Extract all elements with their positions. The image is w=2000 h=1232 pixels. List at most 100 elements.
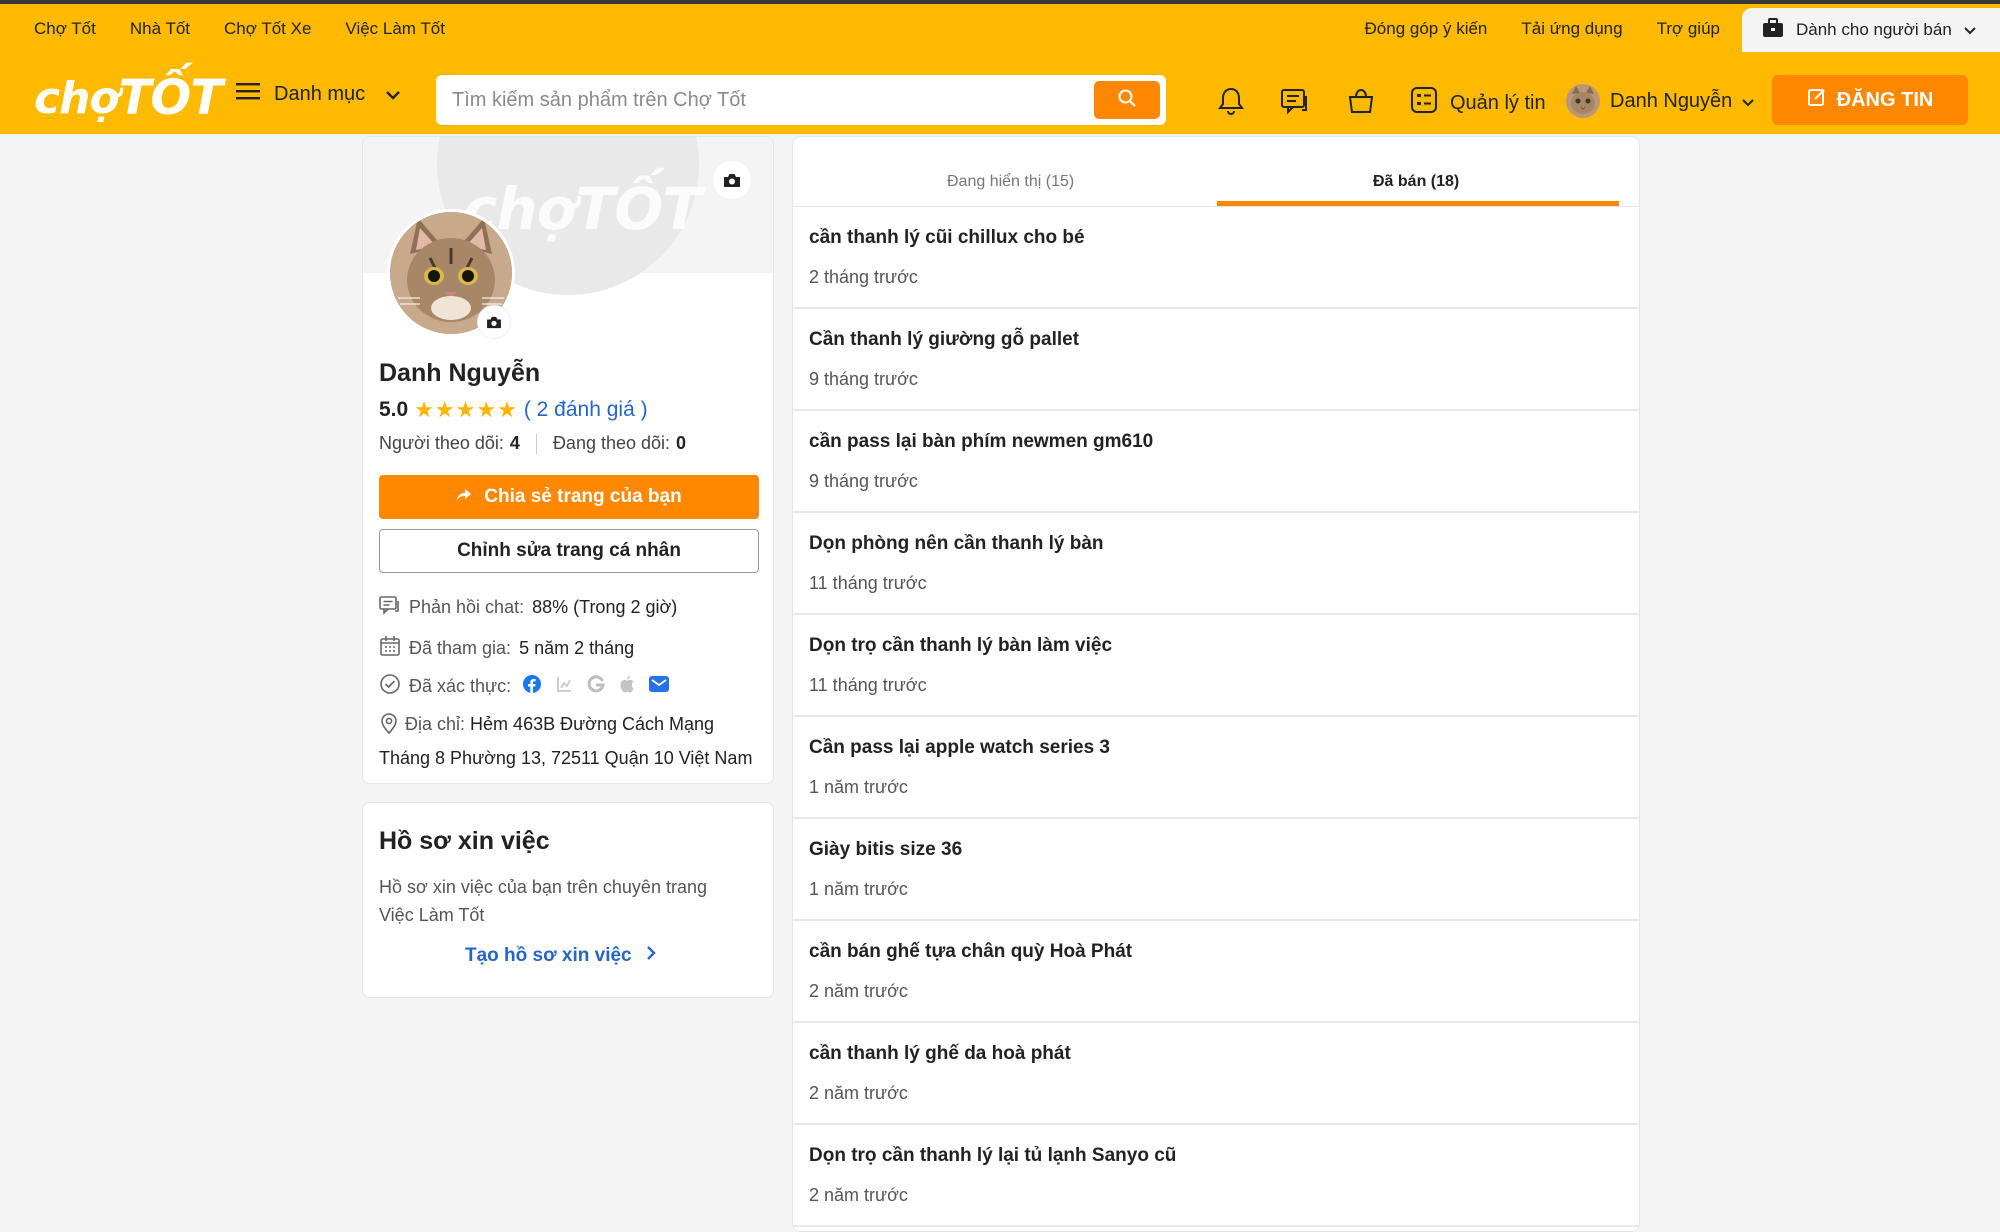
- top-link-help[interactable]: Trợ giúp: [1657, 18, 1720, 40]
- list-item[interactable]: cần bán ghế tựa chân quỳ Hoà Phát 2 năm t…: [793, 921, 1639, 1023]
- notification-bell-icon[interactable]: [1216, 86, 1246, 116]
- chevron-down-icon: [1742, 90, 1755, 113]
- verified-label: Đã xác thực:: [409, 676, 512, 696]
- hamburger-icon: [236, 82, 260, 106]
- item-title[interactable]: cần bán ghế tựa chân quỳ Hoà Phát: [809, 941, 1132, 963]
- manage-listings-link[interactable]: Quản lý tin: [1410, 86, 1546, 120]
- item-title[interactable]: Cần thanh lý giường gỗ pallet: [809, 329, 1079, 351]
- sold-items-list: cần thanh lý cũi chillux cho bé 2 tháng t…: [793, 207, 1639, 1227]
- item-title[interactable]: cần pass lại bàn phím newmen gm610: [809, 431, 1153, 453]
- share-page-button[interactable]: Chia sẻ trang của bạn: [379, 475, 759, 519]
- user-menu[interactable]: Danh Nguyễn: [1566, 84, 1755, 118]
- rating-score: 5.0: [379, 398, 409, 421]
- followers-label: Người theo dõi:: [379, 433, 504, 453]
- search-button[interactable]: [1094, 81, 1160, 119]
- list-item[interactable]: Cần pass lại apple watch series 3 1 năm t…: [793, 717, 1639, 819]
- top-link-cho-tot[interactable]: Chợ Tốt: [34, 18, 96, 40]
- post-listing-button[interactable]: ĐĂNG TIN: [1772, 75, 1968, 125]
- item-title[interactable]: Dọn trọ cần thanh lý lại tủ lạnh Sanyo c…: [809, 1145, 1176, 1167]
- profile-card: chợTỐT Danh Nguyễn 5.0 ★★★★★ ( 2 đánh gi…: [362, 136, 774, 784]
- active-tab-indicator: [1217, 201, 1619, 206]
- item-time: 11 tháng trước: [809, 675, 927, 695]
- chat-icon[interactable]: [1280, 86, 1310, 116]
- list-item[interactable]: Dọn trọ cần thanh lý lại tủ lạnh Sanyo c…: [793, 1125, 1639, 1227]
- job-card-title: Hồ sơ xin việc: [379, 827, 550, 855]
- calendar-icon: [379, 635, 401, 662]
- item-title[interactable]: Dọn phòng nên cần thanh lý bàn: [809, 533, 1104, 555]
- job-desc-line-1: Hồ sơ xin việc của bạn trên chuyên trang: [379, 877, 707, 897]
- search-input[interactable]: [452, 88, 1092, 112]
- logo-text-tot: TỐT: [118, 70, 223, 126]
- chat-response-value: 88% (Trong 2 giờ): [532, 597, 678, 617]
- list-item[interactable]: Cần thanh lý giường gỗ pallet 9 tháng trư…: [793, 309, 1639, 411]
- profile-name: Danh Nguyễn: [379, 359, 541, 387]
- seller-button[interactable]: Dành cho người bán: [1742, 8, 2000, 52]
- search-bar: [436, 75, 1166, 125]
- followers-count[interactable]: 4: [510, 433, 520, 454]
- site-logo[interactable]: chợ TỐT: [34, 70, 223, 126]
- follow-stats: Người theo dõi: 4 Đang theo dõi: 0: [379, 433, 686, 454]
- verified-badges: [523, 675, 670, 698]
- top-link-cho-tot-xe[interactable]: Chợ Tốt Xe: [224, 18, 311, 40]
- google-icon: [587, 675, 605, 698]
- address-line-2: Tháng 8 Phường 13, 72511 Quận 10 Việt Na…: [379, 748, 753, 768]
- share-icon: [456, 486, 472, 508]
- briefcase-icon: [1762, 17, 1784, 43]
- tab-sold[interactable]: Đã bán (18): [1373, 173, 1459, 191]
- item-time: 2 tháng trước: [809, 267, 918, 287]
- chat-response-label: Phản hồi chat:: [409, 597, 525, 617]
- item-time: 1 năm trước: [809, 879, 908, 899]
- logo-text-cho: chợ: [34, 72, 120, 124]
- item-time: 2 năm trước: [809, 981, 908, 1001]
- category-menu-label: Danh mục: [274, 82, 366, 105]
- top-link-download-app[interactable]: Tải ứng dụng: [1521, 18, 1622, 40]
- post-listing-label: ĐĂNG TIN: [1836, 88, 1934, 111]
- zalo-icon: [555, 675, 573, 698]
- listings-panel: Đang hiển thị (15) Đã bán (18) cần thanh…: [792, 136, 1640, 1232]
- chevron-down-icon: [385, 83, 401, 106]
- edit-icon: [1807, 87, 1827, 113]
- search-icon: [1117, 88, 1137, 113]
- following-count[interactable]: 0: [676, 433, 686, 454]
- list-item[interactable]: Dọn phòng nên cần thanh lý bàn 11 tháng t…: [793, 513, 1639, 615]
- chat-response-row: Phản hồi chat: 88% (Trong 2 giờ): [379, 595, 677, 620]
- create-job-profile-label: Tạo hồ sơ xin việc: [465, 945, 632, 966]
- location-pin-icon: [379, 712, 399, 743]
- list-item[interactable]: cần pass lại bàn phím newmen gm610 9 thán…: [793, 411, 1639, 513]
- tab-showing[interactable]: Đang hiển thị (15): [947, 173, 1074, 191]
- list-item[interactable]: cần thanh lý ghế da hoà phát 2 năm trước: [793, 1023, 1639, 1125]
- top-link-feedback[interactable]: Đóng góp ý kiến: [1365, 18, 1488, 40]
- item-title[interactable]: Dọn trọ cần thanh lý bàn làm việc: [809, 635, 1112, 657]
- item-time: 9 tháng trước: [809, 471, 918, 491]
- chevron-down-icon: [1964, 20, 1976, 40]
- rating-count-link[interactable]: ( 2 đánh giá ): [524, 398, 648, 422]
- change-avatar-camera-icon[interactable]: [477, 305, 511, 339]
- top-link-nha-tot[interactable]: Nhà Tốt: [130, 18, 190, 40]
- address-label: Địa chỉ:: [405, 714, 466, 734]
- address-line-1: Hẻm 463B Đường Cách Mạng: [470, 714, 715, 734]
- job-card-description: Hồ sơ xin việc của bạn trên chuyên trang…: [379, 873, 759, 929]
- avatar: [1566, 84, 1600, 118]
- item-title[interactable]: Giày bitis size 36: [809, 839, 962, 861]
- seller-button-label: Dành cho người bán: [1796, 20, 1952, 39]
- create-job-profile-link[interactable]: Tạo hồ sơ xin việc: [465, 945, 656, 967]
- list-item[interactable]: cần thanh lý cũi chillux cho bé 2 tháng t…: [793, 207, 1639, 309]
- shopping-bag-icon[interactable]: [1346, 86, 1376, 116]
- list-item[interactable]: Dọn trọ cần thanh lý bàn làm việc 11 thán…: [793, 615, 1639, 717]
- email-icon: [649, 676, 670, 697]
- edit-profile-label: Chỉnh sửa trang cá nhân: [457, 540, 681, 561]
- top-link-viec-lam-tot[interactable]: Việc Làm Tốt: [345, 18, 445, 40]
- item-title[interactable]: cần thanh lý cũi chillux cho bé: [809, 227, 1085, 249]
- item-time: 9 tháng trước: [809, 369, 918, 389]
- edit-profile-button[interactable]: Chỉnh sửa trang cá nhân: [379, 529, 759, 573]
- address-block: Địa chỉ: Hẻm 463B Đường Cách Mạng Tháng …: [379, 709, 759, 773]
- item-title[interactable]: Cần pass lại apple watch series 3: [809, 737, 1110, 759]
- list-item[interactable]: Giày bitis size 36 1 năm trước: [793, 819, 1639, 921]
- change-cover-camera-icon[interactable]: [713, 161, 751, 199]
- category-menu[interactable]: Danh mục: [236, 82, 401, 106]
- job-desc-line-2: Việc Làm Tốt: [379, 905, 485, 925]
- listing-tabs: Đang hiển thị (15) Đã bán (18): [793, 137, 1639, 207]
- verified-row: Đã xác thực:: [379, 673, 670, 700]
- list-manage-icon: [1410, 86, 1438, 120]
- item-title[interactable]: cần thanh lý ghế da hoà phát: [809, 1043, 1071, 1065]
